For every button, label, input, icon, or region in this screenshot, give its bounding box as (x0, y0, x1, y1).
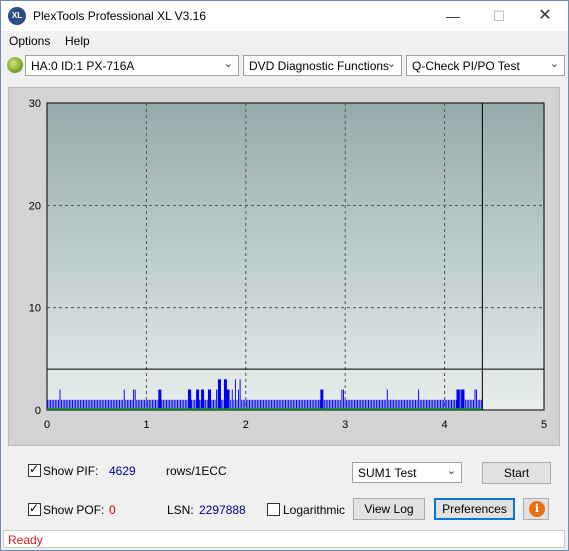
menu-bar: Options Help (1, 31, 568, 51)
y-tick-label: 0 (35, 405, 41, 417)
bar (341, 389, 343, 410)
show-pof-label: Show POF: (43, 503, 105, 517)
status-bar: Ready (3, 530, 565, 548)
x-tick-label: 0 (44, 419, 50, 431)
bar (476, 389, 478, 410)
bar (234, 379, 236, 410)
bar (133, 389, 135, 410)
bar (238, 389, 240, 410)
pif-value: 4629 (109, 464, 136, 478)
bar (342, 389, 344, 410)
drive-icon (7, 57, 23, 73)
view-log-button[interactable]: View Log (353, 498, 425, 520)
toolbar: HA:0 ID:1 PX-716A ⌄ DVD Diagnostic Funct… (1, 52, 568, 80)
y-tick-label: 10 (29, 303, 41, 315)
info-icon: i (529, 501, 545, 517)
pof-value: 0 (109, 503, 116, 517)
show-pif-checkbox[interactable] (28, 462, 41, 477)
bar (474, 389, 476, 410)
chart-panel: 0 10 20 30 0 1 2 3 4 5 (8, 87, 560, 446)
title-bar: XL PlexTools Professional XL V3.16 — ☐ ✕ (1, 1, 568, 31)
x-tick-label: 4 (442, 419, 448, 431)
bar (456, 389, 460, 410)
status-text: Ready (8, 533, 43, 547)
function-select[interactable]: DVD Diagnostic Functions ⌄ (243, 55, 402, 76)
bar (386, 389, 388, 410)
sum-test-select[interactable]: SUM1 Test ⌄ (352, 462, 462, 483)
show-pof-checkbox[interactable] (28, 501, 41, 516)
bar (208, 389, 212, 410)
bar (158, 389, 162, 410)
bar (320, 389, 324, 410)
window-title: PlexTools Professional XL V3.16 (33, 9, 206, 23)
drive-select[interactable]: HA:0 ID:1 PX-716A ⌄ (25, 55, 239, 76)
bar (188, 389, 192, 410)
bar (461, 389, 465, 410)
function-select-value: DVD Diagnostic Functions (249, 59, 390, 73)
menu-options[interactable]: Options (9, 34, 50, 48)
y-axis-ticks: 0 10 20 30 (29, 98, 41, 417)
menu-help[interactable]: Help (65, 34, 90, 48)
x-axis-ticks: 0 1 2 3 4 5 (44, 419, 547, 431)
bar (217, 379, 221, 410)
bar (225, 389, 229, 410)
bar (201, 389, 205, 410)
close-button[interactable]: ✕ (522, 1, 568, 31)
lsn-label: LSN: (167, 503, 194, 517)
bar (418, 389, 420, 410)
bar (239, 379, 241, 410)
x-tick-label: 1 (143, 419, 149, 431)
test-select[interactable]: Q-Check PI/PO Test ⌄ (406, 55, 565, 76)
pi-po-chart: 0 10 20 30 0 1 2 3 4 5 (29, 98, 547, 431)
x-tick-label: 2 (243, 419, 249, 431)
y-tick-label: 20 (29, 200, 41, 212)
bar (196, 389, 200, 410)
bar (59, 389, 61, 410)
logarithmic-checkbox[interactable] (267, 503, 280, 516)
chevron-down-icon: ⌄ (446, 465, 456, 477)
show-pif-label: Show PIF: (43, 464, 99, 478)
plot-area (46, 102, 545, 411)
lsn-value: 2297888 (199, 503, 246, 517)
app-logo-icon: XL (8, 7, 26, 25)
chevron-down-icon: ⌄ (386, 58, 396, 70)
info-button[interactable]: i (523, 498, 549, 520)
bar (216, 389, 218, 410)
logarithmic-label: Logarithmic (283, 503, 346, 517)
chevron-down-icon: ⌄ (549, 58, 559, 70)
start-button[interactable]: Start (482, 462, 551, 484)
bar (134, 389, 136, 410)
bar (460, 389, 462, 410)
x-tick-label: 3 (342, 419, 348, 431)
drive-select-value: HA:0 ID:1 PX-716A (31, 59, 135, 73)
maximize-button[interactable]: ☐ (476, 1, 522, 31)
minimize-button[interactable]: — (430, 1, 476, 31)
x-tick-label: 5 (541, 419, 547, 431)
preferences-button[interactable]: Preferences (434, 498, 515, 520)
sum-test-value: SUM1 Test (358, 466, 417, 480)
chevron-down-icon: ⌄ (223, 58, 233, 70)
bar (231, 389, 233, 410)
pif-unit: rows/1ECC (166, 464, 227, 478)
test-select-value: Q-Check PI/PO Test (412, 59, 520, 73)
y-tick-label: 30 (29, 98, 41, 110)
app-window: XL PlexTools Professional XL V3.16 — ☐ ✕… (0, 0, 569, 551)
bar (123, 389, 125, 410)
